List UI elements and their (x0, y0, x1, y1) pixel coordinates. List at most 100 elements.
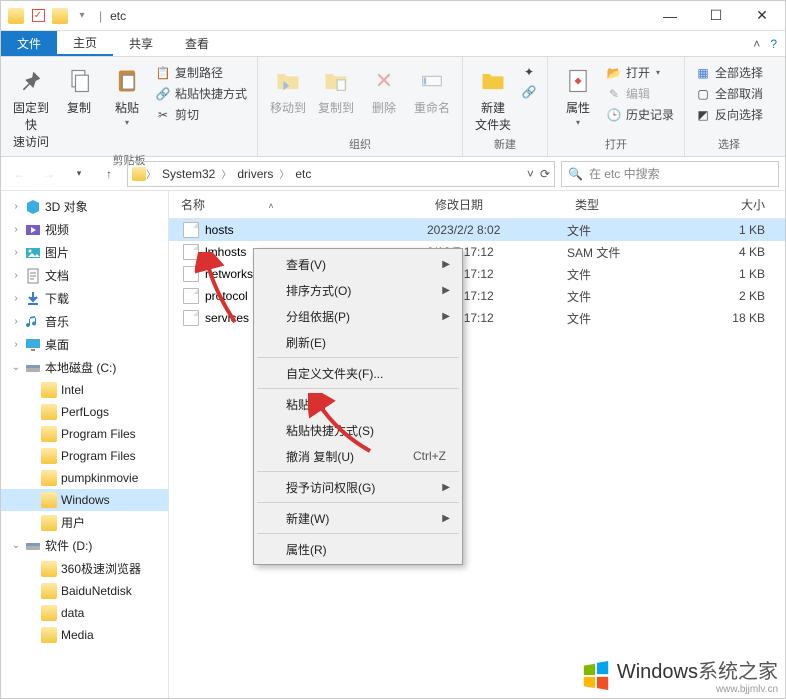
video-icon (25, 222, 41, 238)
tree-item[interactable]: ›图片 (1, 241, 168, 264)
new-folder-button[interactable]: 新建 文件夹 (471, 61, 515, 134)
tree-item[interactable]: ›下载 (1, 287, 168, 310)
invert-icon: ◩ (695, 107, 711, 123)
tree-item[interactable]: 用户 (1, 511, 168, 534)
window-title: etc (110, 9, 126, 23)
qat-checkbox[interactable]: ✓ (29, 7, 47, 25)
paste-shortcut-button[interactable]: 🔗粘贴快捷方式 (153, 84, 249, 103)
menu-item[interactable]: 撤消 复制(U)Ctrl+Z (256, 443, 460, 469)
ribbon-collapse-icon[interactable]: ˄ (753, 37, 760, 51)
rename-button[interactable]: 重命名 (410, 61, 454, 134)
breadcrumb-part[interactable]: drivers (231, 165, 279, 183)
menu-item[interactable]: 自定义文件夹(F)... (256, 360, 460, 386)
tree-item[interactable]: Media (1, 624, 168, 646)
tree-item[interactable]: Program Files (1, 423, 168, 445)
nav-up-button[interactable]: ↑ (97, 162, 121, 186)
move-to-button[interactable]: 移动到 (266, 61, 310, 134)
tab-share[interactable]: 共享 (113, 31, 169, 56)
qat-dropdown-icon[interactable]: ▾ (73, 7, 91, 25)
tree-item[interactable]: Windows (1, 489, 168, 511)
col-size[interactable]: 大小 (687, 196, 785, 213)
open-button[interactable]: 📂打开▾ (604, 63, 676, 82)
submenu-arrow-icon: ▶ (442, 513, 450, 524)
menu-item[interactable]: 排序方式(O)▶ (256, 277, 460, 303)
tree-label: 下载 (45, 290, 69, 307)
invert-select-button[interactable]: ◩反向选择 (693, 105, 765, 124)
menu-item[interactable]: 属性(R) (256, 536, 460, 562)
group-label-select: 选择 (693, 134, 765, 152)
tab-file[interactable]: 文件 (1, 31, 57, 56)
group-label-organize: 组织 (266, 134, 454, 152)
file-icon (183, 244, 199, 260)
menu-item[interactable]: 刷新(E) (256, 329, 460, 355)
copy-path-button[interactable]: 📋复制路径 (153, 63, 249, 82)
nav-back-button[interactable]: ← (7, 162, 31, 186)
menu-item[interactable]: 新建(W)▶ (256, 505, 460, 531)
nav-forward-button[interactable]: → (37, 162, 61, 186)
delete-button[interactable]: ✕ 删除 (362, 61, 406, 134)
nav-recent-button[interactable]: ▾ (67, 162, 91, 186)
menu-item[interactable]: 分组依据(P)▶ (256, 303, 460, 329)
tree-item[interactable]: BaiduNetdisk (1, 580, 168, 602)
easy-access-button[interactable]: 🔗 (519, 83, 539, 101)
tree-item[interactable]: Intel (1, 379, 168, 401)
search-input[interactable]: 🔍 在 etc 中搜索 (561, 161, 779, 187)
file-name: networks (205, 267, 253, 281)
col-name[interactable]: 名称 ˄ (169, 196, 427, 213)
menu-item[interactable]: 授予访问权限(G)▶ (256, 474, 460, 500)
menu-separator (257, 388, 459, 389)
tree-item[interactable]: 360极速浏览器 (1, 557, 168, 580)
tree-item[interactable]: ⌄本地磁盘 (C:) (1, 356, 168, 379)
tree-item[interactable]: ›音乐 (1, 310, 168, 333)
file-name: protocol (205, 289, 248, 303)
maximize-button[interactable]: ☐ (693, 1, 739, 31)
cut-button[interactable]: ✂剪切 (153, 105, 249, 124)
move-icon (272, 65, 304, 97)
tree-item[interactable]: ⌄软件 (D:) (1, 534, 168, 557)
new-item-button[interactable]: ✦ (519, 63, 539, 81)
breadcrumb-part[interactable]: etc (289, 165, 317, 183)
tree-item[interactable]: ›视频 (1, 218, 168, 241)
history-button[interactable]: 🕒历史记录 (604, 105, 676, 124)
nav-tree[interactable]: ›3D 对象›视频›图片›文档›下载›音乐›桌面⌄本地磁盘 (C:)IntelP… (1, 191, 169, 698)
tab-view[interactable]: 查看 (169, 31, 225, 56)
menu-item[interactable]: 粘贴(P) (256, 391, 460, 417)
tree-item[interactable]: ›3D 对象 (1, 195, 168, 218)
sparkle-icon: ✦ (521, 64, 537, 80)
close-button[interactable]: ✕ (739, 1, 785, 31)
file-type: 文件 (567, 222, 687, 239)
tree-item[interactable]: ›桌面 (1, 333, 168, 356)
copyto-icon (320, 65, 352, 97)
menu-label: 查看(V) (286, 256, 326, 273)
properties-button[interactable]: 属性 ▾ (556, 61, 600, 134)
tree-item[interactable]: pumpkinmovie (1, 467, 168, 489)
paste-icon (111, 65, 143, 97)
cube-icon (25, 199, 41, 215)
deselect-all-button[interactable]: ▢全部取消 (693, 84, 765, 103)
copy-to-button[interactable]: 复制到 (314, 61, 358, 134)
refresh-icon[interactable]: ⟳ (540, 167, 550, 181)
tab-home[interactable]: 主页 (57, 31, 113, 56)
col-type[interactable]: 类型 (567, 196, 687, 213)
addr-dropdown-icon[interactable]: ˅ (527, 167, 534, 181)
paste-button[interactable]: 粘贴 ▾ (105, 61, 149, 150)
tree-item[interactable]: Program Files (1, 445, 168, 467)
file-type: SAM 文件 (567, 244, 687, 261)
tree-item[interactable]: PerfLogs (1, 401, 168, 423)
menu-item[interactable]: 查看(V)▶ (256, 251, 460, 277)
tree-item[interactable]: ›文档 (1, 264, 168, 287)
edit-button[interactable]: ✎编辑 (604, 84, 676, 103)
tree-label: 桌面 (45, 336, 69, 353)
menu-item[interactable]: 粘贴快捷方式(S) (256, 417, 460, 443)
col-date[interactable]: 修改日期 (427, 196, 567, 213)
pin-quick-access-button[interactable]: 固定到快 速访问 (9, 61, 53, 150)
address-bar[interactable]: 〉 System32 〉 drivers 〉 etc ˅ ⟳ (127, 161, 555, 187)
copy-button[interactable]: 复制 (57, 61, 101, 150)
help-icon[interactable]: ? (770, 37, 777, 51)
minimize-button[interactable]: — (647, 1, 693, 31)
tree-label: Windows (61, 493, 110, 507)
file-row[interactable]: hosts2023/2/2 8:02文件1 KB (169, 219, 785, 241)
breadcrumb-part[interactable]: System32 (156, 165, 221, 183)
select-all-button[interactable]: ▦全部选择 (693, 63, 765, 82)
tree-item[interactable]: data (1, 602, 168, 624)
